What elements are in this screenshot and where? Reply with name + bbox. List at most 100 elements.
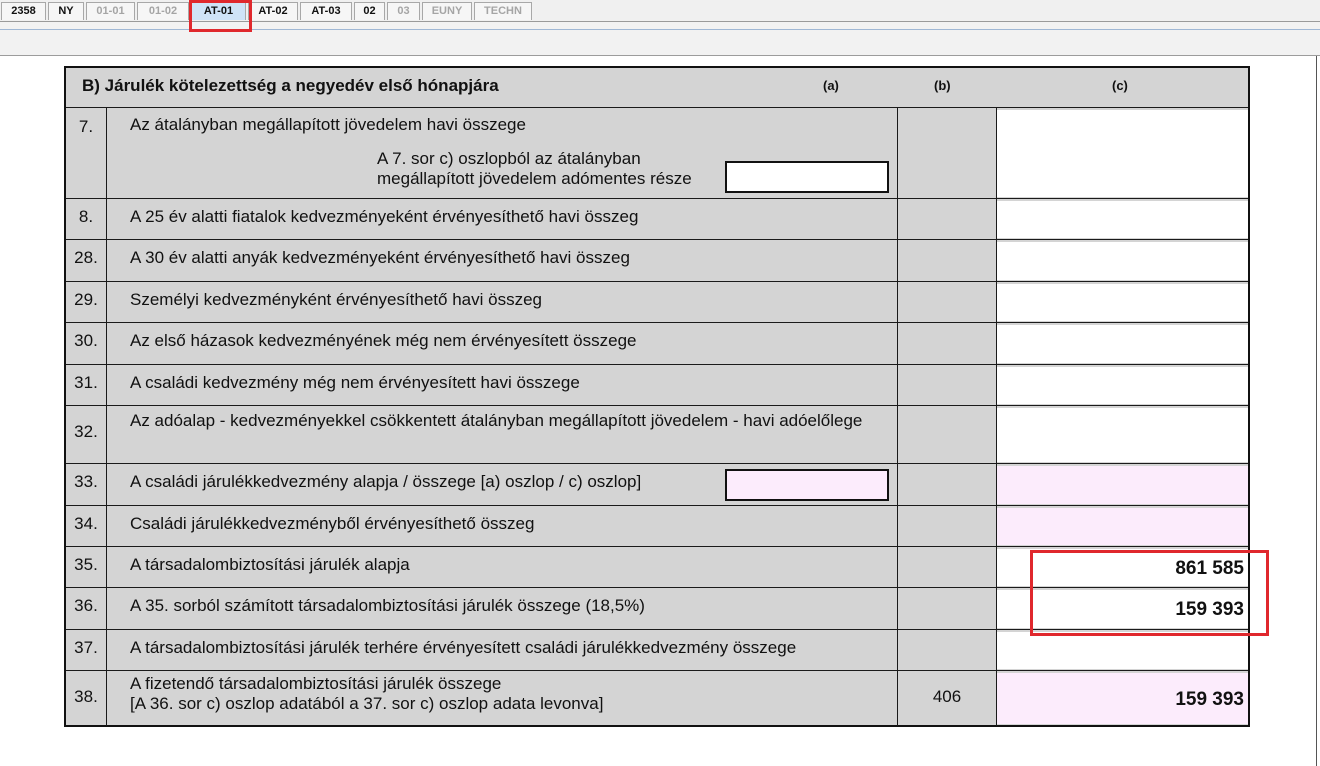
row-description: Az átalányban megállapított jövedelem ha… xyxy=(130,115,526,134)
row-number: 34. xyxy=(74,514,98,533)
table-row: 33. A családi járulékkedvezmény alapja /… xyxy=(66,463,1248,506)
tab-2358[interactable]: 2358 xyxy=(1,2,46,20)
divider xyxy=(106,506,107,547)
tab-02[interactable]: 02 xyxy=(354,2,385,20)
divider xyxy=(106,406,107,464)
row-number: 32. xyxy=(74,422,98,441)
value-c-field[interactable]: 159 393 xyxy=(997,590,1248,628)
row-description: A 35. sorból számított társadalombiztosí… xyxy=(130,596,645,615)
row-description: A 25 év alatti fiatalok kedvezményeként … xyxy=(130,207,639,226)
divider xyxy=(897,199,898,240)
table-row: 30. Az első házasok kedvezményének még n… xyxy=(66,322,1248,365)
row-number: 29. xyxy=(74,290,98,309)
column-b-label: (b) xyxy=(934,78,951,93)
row-description: Személyi kedvezményként érvényesíthető h… xyxy=(130,290,542,309)
divider xyxy=(106,671,107,726)
exempt-portion-input[interactable] xyxy=(725,161,889,193)
value-c-field[interactable] xyxy=(997,284,1248,321)
tab-at-03[interactable]: AT-03 xyxy=(300,2,352,20)
row-description: Az első házasok kedvezményének még nem é… xyxy=(130,331,637,350)
value-c-field[interactable]: 159 393 xyxy=(997,673,1248,724)
divider xyxy=(106,464,107,506)
table-row: 35. A társadalombiztosítási járulék alap… xyxy=(66,546,1248,588)
divider xyxy=(897,365,898,406)
tab-at-01[interactable]: AT-01 xyxy=(191,2,246,20)
row-sub-description: A 7. sor c) oszlopból az átalányban megá… xyxy=(377,149,692,188)
row-number: 38. xyxy=(74,687,98,706)
value-c-field[interactable] xyxy=(997,632,1248,669)
divider xyxy=(897,630,898,671)
row-number: 8. xyxy=(78,207,94,226)
value-c-field[interactable] xyxy=(997,367,1248,404)
row-description: A családi kedvezmény még nem érvényesíte… xyxy=(130,373,580,392)
divider xyxy=(106,108,107,199)
divider xyxy=(106,588,107,630)
row-description: A 30 év alatti anyák kedvezményeként érv… xyxy=(130,248,630,267)
table-row: 37. A társadalombiztosítási járulék terh… xyxy=(66,629,1248,671)
divider xyxy=(897,282,898,323)
value-c-field[interactable] xyxy=(997,242,1248,280)
divider xyxy=(106,282,107,323)
divider xyxy=(106,199,107,240)
table-row: 31. A családi kedvezmény még nem érvénye… xyxy=(66,364,1248,406)
row-number: 33. xyxy=(74,472,98,491)
table-row: 34. Családi járulékkedvezményből érvénye… xyxy=(66,505,1248,547)
value-c-field[interactable] xyxy=(997,408,1248,462)
family-relief-base-input[interactable] xyxy=(725,469,889,501)
divider xyxy=(897,323,898,365)
divider xyxy=(897,588,898,630)
row-description: A fizetendő társadalombiztosítási járulé… xyxy=(130,674,604,713)
divider xyxy=(897,108,898,199)
row-number: 31. xyxy=(74,373,98,392)
table-row: 29. Személyi kedvezményként érvényesíthe… xyxy=(66,281,1248,323)
value-c-field[interactable] xyxy=(997,201,1248,238)
divider xyxy=(106,630,107,671)
divider xyxy=(106,240,107,282)
tab-bar: 2358 NY 01-01 01-02 AT-01 AT-02 AT-03 02… xyxy=(0,0,1320,22)
divider xyxy=(897,464,898,506)
row-code-value: 406 xyxy=(932,687,962,706)
table-row: 7. Az átalányban megállapított jövedelem… xyxy=(66,107,1248,199)
row-description: Családi járulékkedvezményből érvényesíth… xyxy=(130,514,535,533)
toolbar-strip xyxy=(0,22,1320,56)
value-c-field[interactable]: 861 585 xyxy=(997,549,1248,586)
row-description: A társadalombiztosítási járulék alapja xyxy=(130,555,410,574)
row-description: Az adóalap - kedvezményekkel csökkentett… xyxy=(130,411,863,430)
column-a-label: (a) xyxy=(823,78,839,93)
row-description: A társadalombiztosítási járulék terhére … xyxy=(130,638,797,657)
column-c-label: (c) xyxy=(1112,78,1128,93)
row-number: 28. xyxy=(74,248,98,267)
strip-divider xyxy=(0,29,1320,30)
table-row: 8. A 25 év alatti fiatalok kedvezményeké… xyxy=(66,198,1248,240)
tab-euny[interactable]: EUNY xyxy=(422,2,472,20)
tab-03[interactable]: 03 xyxy=(387,2,420,20)
tab-01-02[interactable]: 01-02 xyxy=(137,2,189,20)
tab-at-02[interactable]: AT-02 xyxy=(248,2,298,20)
tab-techn[interactable]: TECHN xyxy=(474,2,532,20)
tab-ny[interactable]: NY xyxy=(48,2,84,20)
value-c-field[interactable] xyxy=(997,110,1248,197)
divider xyxy=(897,406,898,464)
divider xyxy=(897,547,898,588)
value-c-field[interactable] xyxy=(997,466,1248,504)
divider xyxy=(897,671,898,726)
contribution-form: B) Járulék kötelezettség a negyedév első… xyxy=(64,66,1250,727)
table-row: 38. A fizetendő társadalombiztosítási já… xyxy=(66,670,1248,726)
row-number: 37. xyxy=(74,638,98,657)
table-row: 36. A 35. sorból számított társadalombiz… xyxy=(66,587,1248,630)
row-number: 7. xyxy=(78,117,94,136)
row-description: A családi járulékkedvezmény alapja / öss… xyxy=(130,472,642,491)
row-number: 35. xyxy=(74,555,98,574)
value-c-field[interactable] xyxy=(997,508,1248,545)
divider xyxy=(897,506,898,547)
row-number: 30. xyxy=(74,331,98,350)
tab-01-01[interactable]: 01-01 xyxy=(86,2,135,20)
section-title: B) Járulék kötelezettség a negyedév első… xyxy=(82,76,499,95)
divider xyxy=(106,547,107,588)
table-row: 32. Az adóalap - kedvezményekkel csökken… xyxy=(66,405,1248,464)
value-c-field[interactable] xyxy=(997,325,1248,363)
divider xyxy=(897,240,898,282)
right-border-line xyxy=(1316,56,1317,766)
row-number: 36. xyxy=(74,596,98,615)
divider xyxy=(106,323,107,365)
